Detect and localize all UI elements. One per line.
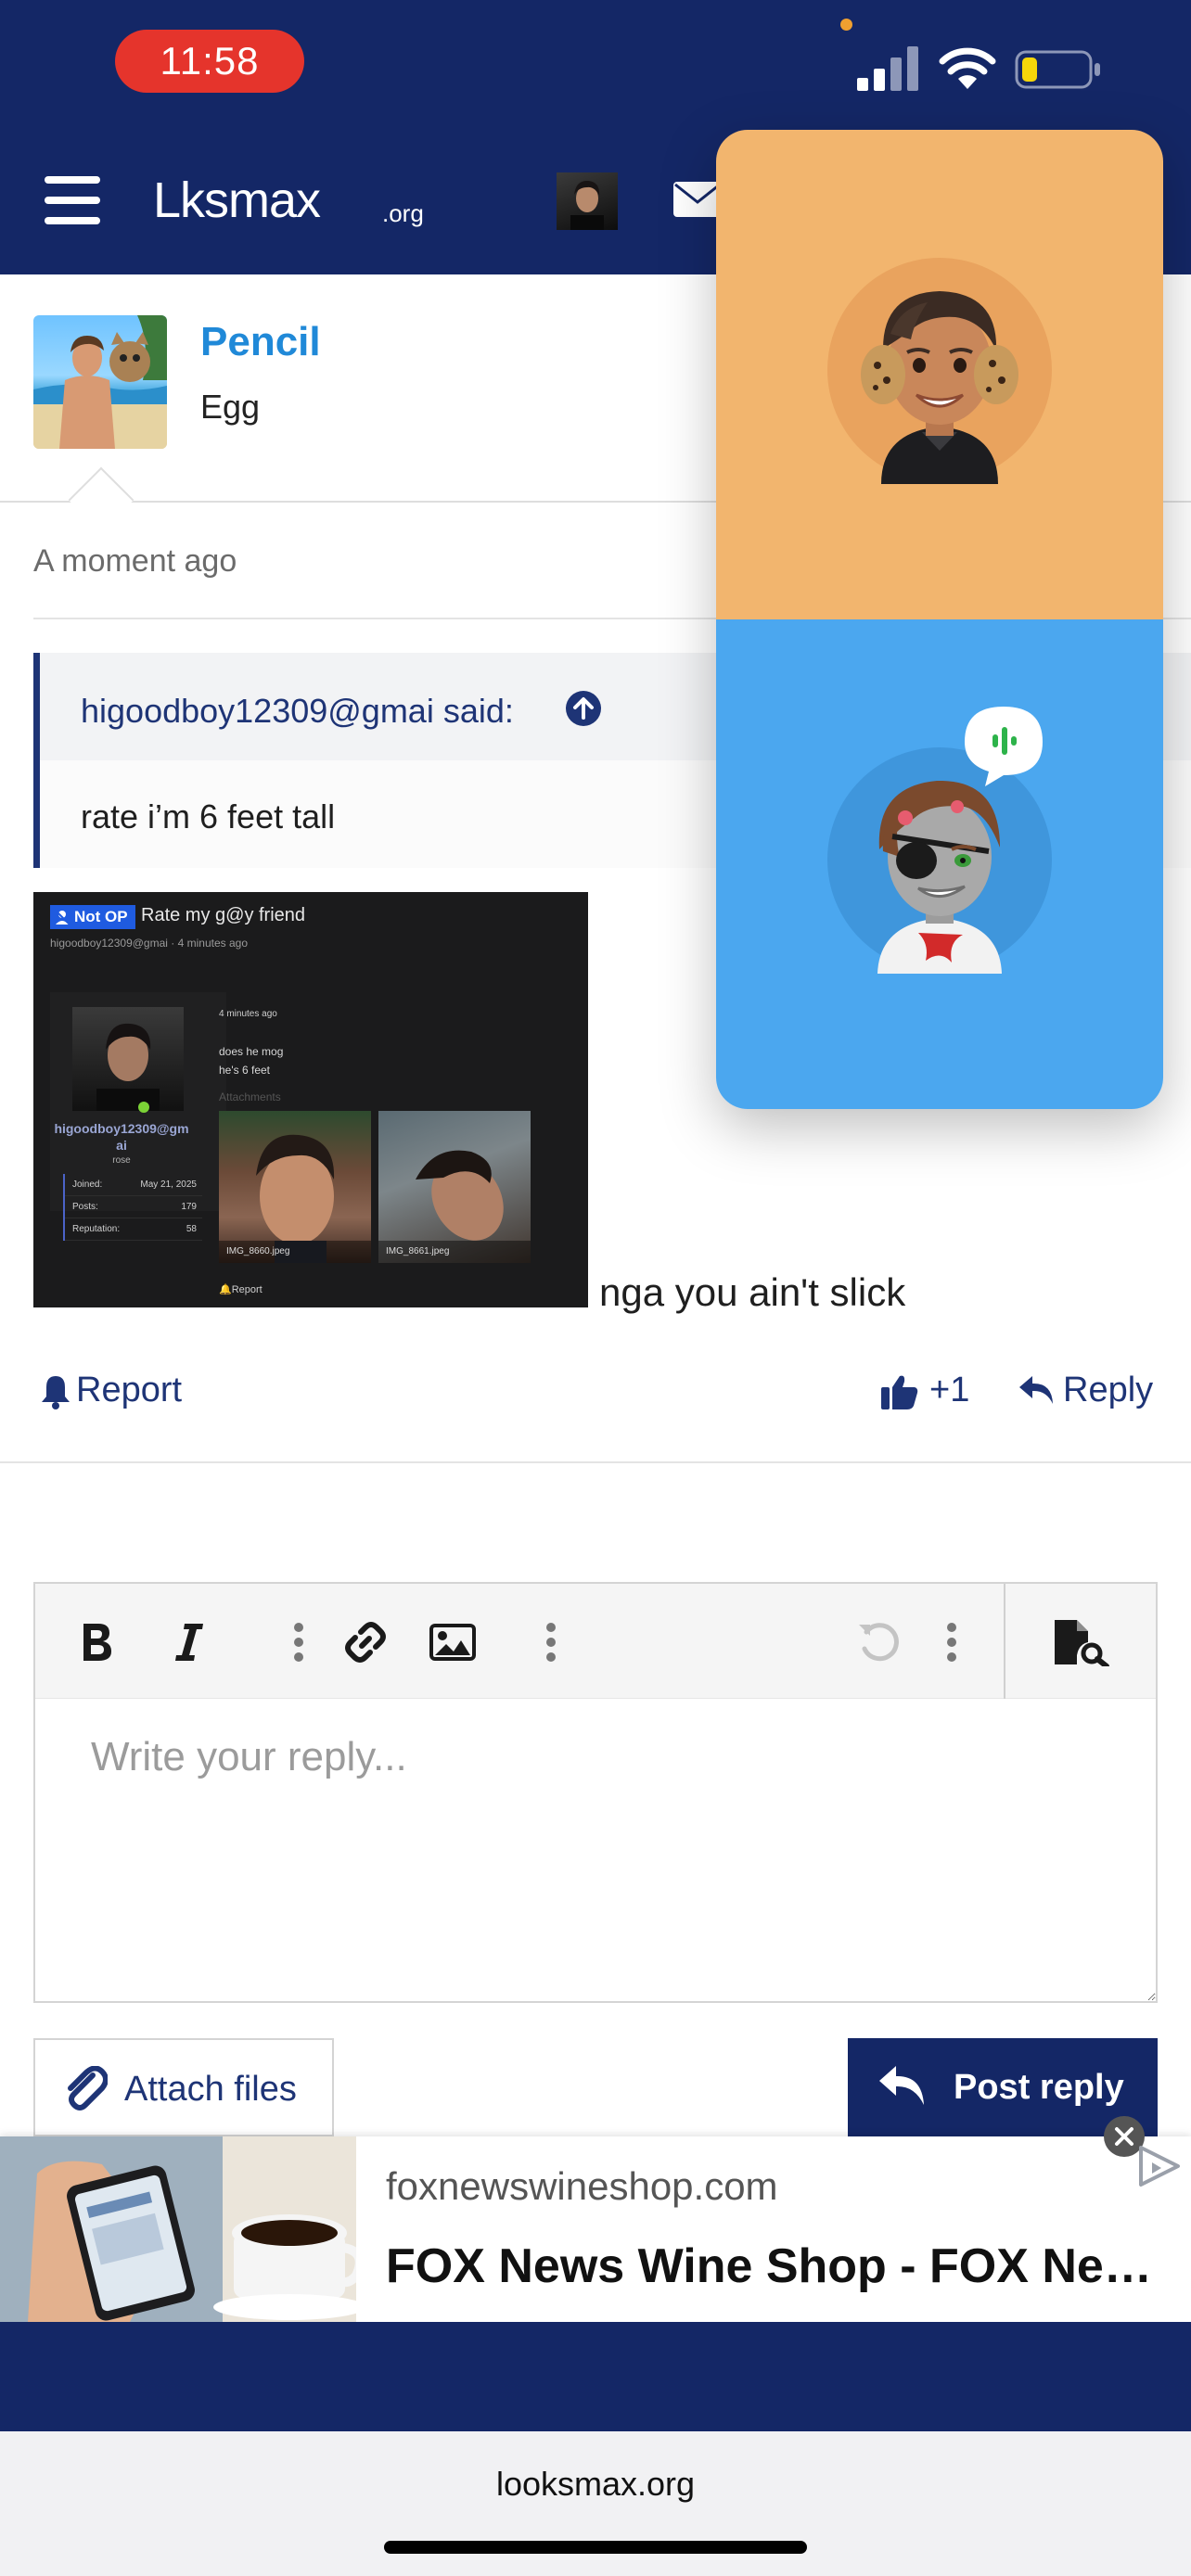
- video-call-overlay[interactable]: [716, 130, 1163, 1109]
- home-indicator[interactable]: [384, 2541, 807, 2554]
- speaking-indicator-icon: [965, 707, 1043, 786]
- browser-address-bar[interactable]: looksmax.org: [0, 2431, 1191, 2576]
- mail-icon[interactable]: [673, 182, 722, 217]
- quote-text: rate i’m 6 feet tall: [81, 797, 336, 835]
- attach-files-button[interactable]: Attach files: [33, 2038, 334, 2136]
- site-logo-suffix: .org: [382, 199, 424, 227]
- account-avatar[interactable]: [557, 172, 618, 230]
- screenshot-user-title: rose: [112, 1155, 131, 1166]
- not-op-badge: Not OP: [50, 905, 135, 929]
- menu-button[interactable]: [45, 176, 100, 224]
- ad-domain[interactable]: foxnewswineshop.com: [386, 2164, 778, 2209]
- wifi-icon: [939, 47, 996, 89]
- reply-icon: [879, 2066, 924, 2105]
- screenshot-user-avatar: [72, 1007, 184, 1111]
- link-icon: [345, 1622, 386, 1663]
- memoji-avatar-earmuffs: [827, 258, 1052, 484]
- page-footer-band: [0, 2322, 1191, 2431]
- italic-button[interactable]: [165, 1619, 213, 1665]
- more-editor-options-button[interactable]: [928, 1619, 976, 1665]
- paperclip-icon: [68, 2066, 108, 2111]
- call-participant-bottom[interactable]: [716, 619, 1163, 1109]
- screenshot-report-link: 🔔Report: [219, 1284, 263, 1295]
- screenshot-attachment-1: IMG_8660.jpeg: [219, 1111, 371, 1263]
- online-indicator: [138, 1102, 149, 1113]
- more-vertical-icon: [947, 1623, 956, 1662]
- more-vertical-icon: [546, 1623, 556, 1662]
- post-author-name[interactable]: Pencil: [200, 319, 321, 365]
- bold-icon: [83, 1624, 111, 1661]
- reply-textarea[interactable]: [35, 1699, 1156, 2001]
- post-author-title: Egg: [200, 388, 261, 426]
- ad-title[interactable]: FOX News Wine Shop - FOX News Wine Shop: [386, 2238, 1161, 2294]
- screenshot-post-body: does he mog he's 6 feet: [219, 1045, 284, 1077]
- mic-indicator-dot: [840, 19, 852, 31]
- user-slash-icon: [54, 909, 70, 925]
- thumbs-up-icon: [881, 1375, 918, 1409]
- call-participant-top[interactable]: [716, 130, 1163, 619]
- preview-button[interactable]: [1048, 1619, 1113, 1666]
- more-insert-options-button[interactable]: [527, 1619, 575, 1665]
- reply-editor: [33, 1582, 1158, 2003]
- screenshot-thread-title: Rate my g@y friend: [141, 905, 306, 925]
- bold-button[interactable]: [72, 1619, 121, 1665]
- quote-author[interactable]: higoodboy12309@gmai said:: [81, 692, 514, 731]
- more-text-options-button[interactable]: [275, 1619, 323, 1665]
- screenshot-post-time: 4 minutes ago: [219, 1009, 277, 1019]
- screenshot-attachments-label: Attachments: [219, 1090, 281, 1103]
- ad-image[interactable]: [0, 2136, 356, 2322]
- browser-url[interactable]: looksmax.org: [0, 2465, 1191, 2504]
- divider: [0, 1461, 1191, 1463]
- image-icon: [429, 1624, 476, 1661]
- insert-image-button[interactable]: [425, 1619, 480, 1665]
- undo-icon: [859, 1623, 899, 1662]
- advertisement-banner[interactable]: foxnewswineshop.com FOX News Wine Shop -…: [0, 2136, 1191, 2322]
- embedded-screenshot-image[interactable]: Not OP Rate my g@y friend higoodboy12309…: [33, 892, 588, 1307]
- insert-link-button[interactable]: [338, 1619, 393, 1665]
- post-timestamp[interactable]: A moment ago: [33, 543, 237, 580]
- file-search-icon: [1055, 1620, 1109, 1666]
- like-button[interactable]: +1: [881, 1371, 969, 1410]
- jump-to-quote-icon[interactable]: [565, 690, 602, 727]
- site-logo[interactable]: Lksmax: [153, 172, 321, 229]
- screenshot-attachment-2: IMG_8661.jpeg: [378, 1111, 531, 1263]
- report-button[interactable]: Report: [41, 1371, 182, 1410]
- screenshot-username: higoodboy12309@gm ai: [54, 1121, 189, 1153]
- ad-choices-icon[interactable]: [1133, 2140, 1184, 2190]
- reply-icon: [1019, 1376, 1053, 1404]
- post-author-avatar[interactable]: [33, 315, 167, 449]
- italic-icon: [175, 1624, 203, 1661]
- post-message-text: nga you ain't slick: [599, 1270, 906, 1314]
- reply-button[interactable]: Reply: [1018, 1371, 1153, 1410]
- status-time[interactable]: 11:58: [115, 30, 304, 93]
- battery-icon: [1015, 50, 1100, 89]
- undo-button[interactable]: [852, 1619, 907, 1665]
- author-notch: [68, 466, 134, 533]
- more-vertical-icon: [294, 1623, 303, 1662]
- bell-icon: [42, 1376, 70, 1409]
- cellular-signal-icon: [857, 46, 918, 91]
- screenshot-thread-meta: higoodboy12309@gmai · 4 minutes ago: [50, 937, 248, 950]
- toolbar-divider: [1004, 1584, 1005, 1699]
- bell-icon: 🔔: [219, 1284, 232, 1295]
- editor-toolbar: [35, 1584, 1156, 1699]
- screenshot-user-stats: Joined: May 21, 2025 Posts: 179 Reputation…: [63, 1174, 202, 1241]
- post-actions: Report +1 Reply: [0, 1363, 1191, 1428]
